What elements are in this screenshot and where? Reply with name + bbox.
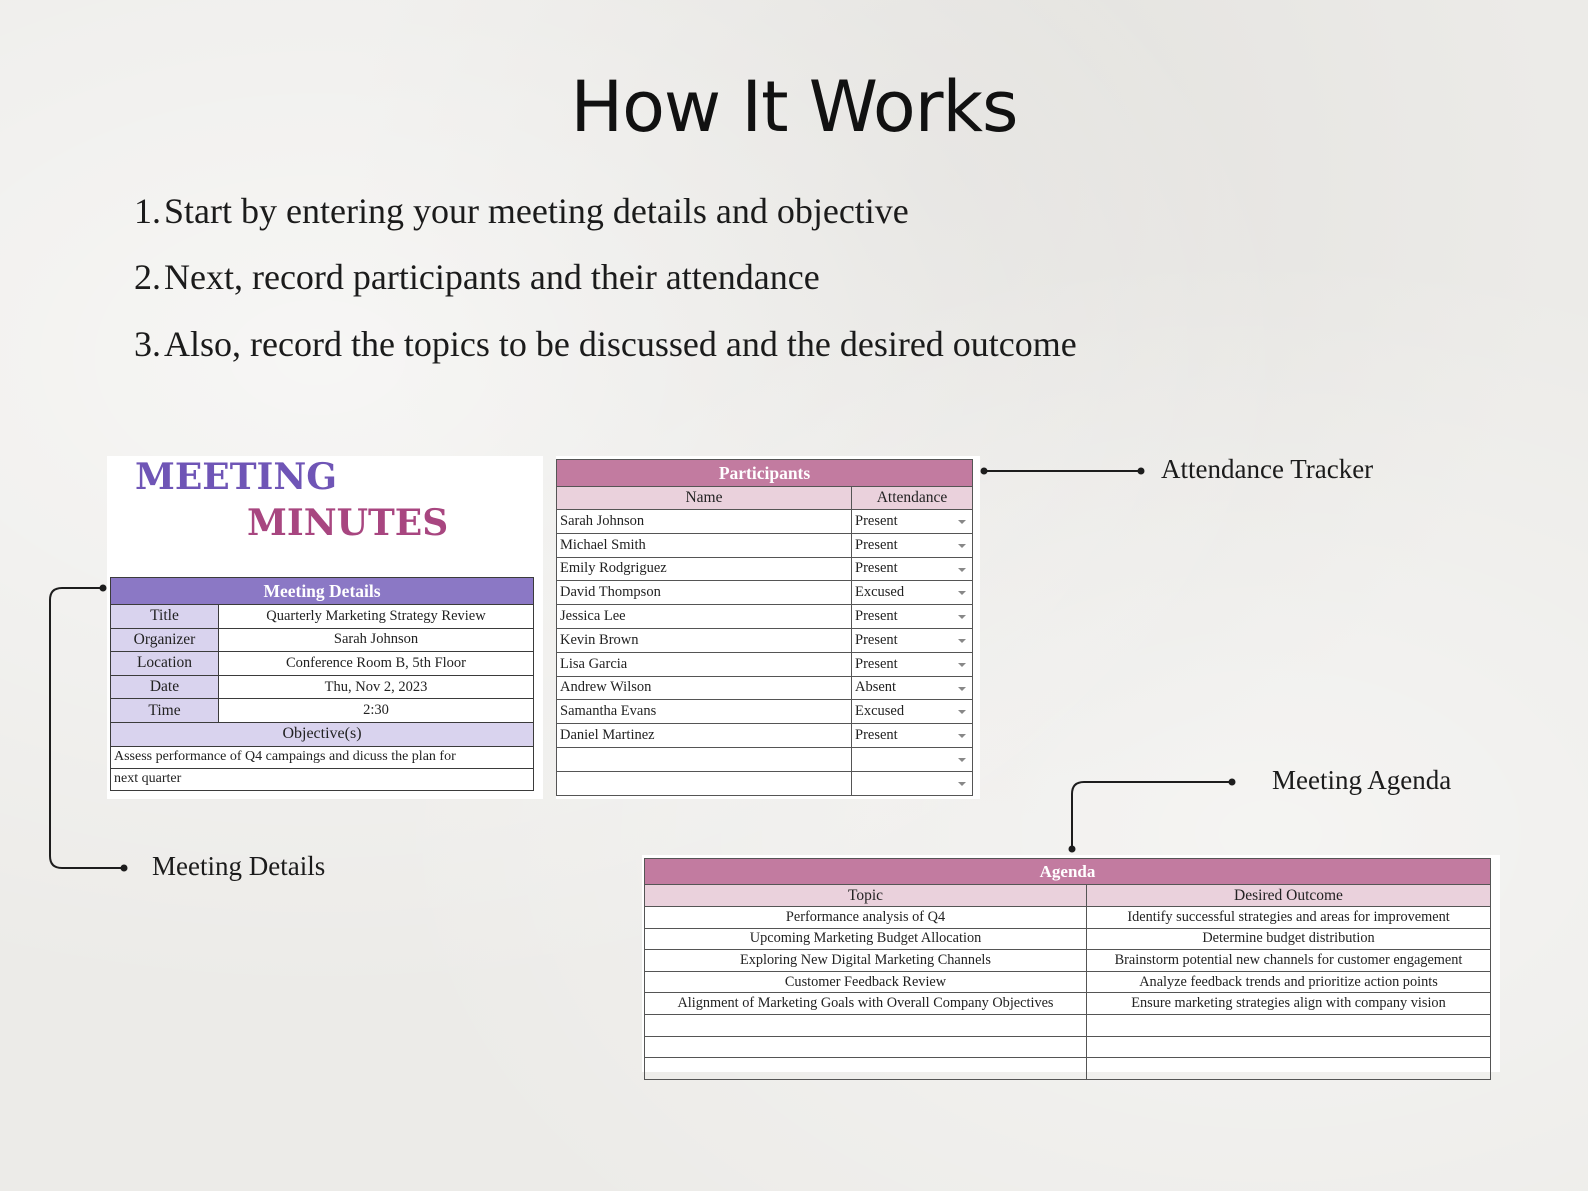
details-connector-line (49, 587, 124, 869)
connector-dot (120, 864, 128, 872)
connector-dot (1137, 467, 1145, 475)
callout-meeting-agenda: Meeting Agenda (1272, 765, 1452, 795)
callout-connectors (49, 467, 1236, 872)
agenda-connector-line (1071, 781, 1232, 848)
connector-dot (980, 467, 988, 475)
callout-meeting-details: Meeting Details (152, 851, 326, 881)
connector-dot (99, 584, 107, 592)
connector-dot (1068, 845, 1076, 853)
connector-dot (1228, 778, 1236, 786)
callout-attendance-tracker: Attendance Tracker (1161, 454, 1374, 484)
